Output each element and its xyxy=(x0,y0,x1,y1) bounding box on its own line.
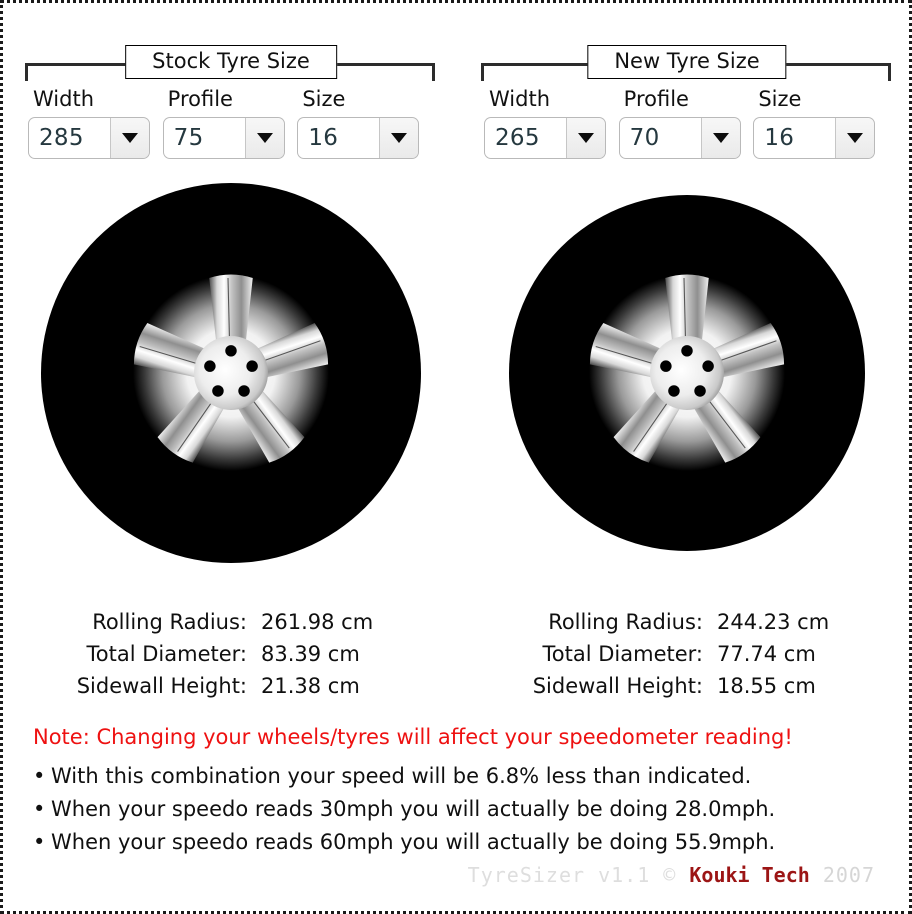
footer-credit: TyreSizer v1.1 © Kouki Tech 2007 xyxy=(468,863,875,887)
stat-value: 77.74 cm xyxy=(717,642,816,666)
stat-row: Total Diameter: 83.39 cm xyxy=(3,638,459,670)
stats-new: Rolling Radius: 244.23 cm Total Diameter… xyxy=(459,606,909,702)
note-item-text: When your speedo reads 30mph you will ac… xyxy=(51,797,776,821)
footer-brand: Kouki Tech xyxy=(689,863,810,887)
bullet-icon: • xyxy=(33,830,46,854)
select-width-stock-button[interactable] xyxy=(111,118,149,159)
label-width-stock: Width xyxy=(33,87,95,111)
stat-label: Total Diameter: xyxy=(542,642,703,666)
label-profile-new: Profile xyxy=(623,87,689,111)
note-heading: Note: Changing your wheels/tyres will af… xyxy=(33,725,793,749)
stat-row: Sidewall Height: 21.38 cm xyxy=(3,670,459,702)
group-title-stock: Stock Tyre Size xyxy=(125,45,337,80)
field-profile-new: Profile 70 xyxy=(619,87,755,159)
stat-value: 83.39 cm xyxy=(261,642,360,666)
select-size-stock-value: 16 xyxy=(298,118,381,159)
select-width-new[interactable]: 265 xyxy=(485,118,605,159)
select-profile-stock[interactable]: 75 xyxy=(163,118,284,159)
stat-value: 21.38 cm xyxy=(261,674,360,698)
label-width-new: Width xyxy=(489,87,551,111)
chevron-down-icon xyxy=(847,133,864,144)
chevron-down-icon xyxy=(712,133,729,144)
field-width-stock: Width 285 xyxy=(29,87,164,159)
select-profile-new-button[interactable] xyxy=(701,118,740,159)
field-size-new: Size 16 xyxy=(754,87,889,159)
note-item-text: With this combination your speed will be… xyxy=(51,764,752,788)
bullet-icon: • xyxy=(33,764,46,788)
note-item: • When your speedo reads 30mph you will … xyxy=(33,793,885,826)
stat-label: Sidewall Height: xyxy=(76,674,247,698)
chevron-down-icon xyxy=(122,133,138,144)
stat-value: 244.23 cm xyxy=(717,610,830,634)
notes-section: Note: Changing your wheels/tyres will af… xyxy=(33,721,885,859)
select-size-stock[interactable]: 16 xyxy=(298,118,419,159)
group-title-new: New Tyre Size xyxy=(587,45,787,80)
stat-label: Sidewall Height: xyxy=(532,674,703,698)
footer-year: 2007 xyxy=(822,863,875,887)
select-profile-stock-value: 75 xyxy=(163,118,246,159)
stat-row: Total Diameter: 77.74 cm xyxy=(459,638,909,670)
chevron-down-icon xyxy=(391,133,408,144)
select-width-new-button[interactable] xyxy=(567,118,605,159)
wheel-graphic-new xyxy=(509,195,865,551)
select-size-new-button[interactable] xyxy=(836,118,875,159)
select-profile-new[interactable]: 70 xyxy=(619,118,740,159)
select-width-new-value: 265 xyxy=(485,118,567,159)
wheel-preview-new xyxy=(459,173,909,573)
note-item-text: When your speedo reads 60mph you will ac… xyxy=(51,830,776,854)
stat-label: Total Diameter: xyxy=(86,642,247,666)
field-row-stock: Width 285 Profile 75 Size 16 xyxy=(29,87,433,159)
select-profile-stock-button[interactable] xyxy=(245,118,284,159)
wheel-preview-stock xyxy=(3,173,459,573)
field-row-new: Width 265 Profile 70 Size 16 xyxy=(485,87,889,159)
select-size-stock-button[interactable] xyxy=(380,118,419,159)
select-width-stock-value: 285 xyxy=(29,118,111,159)
wheel-graphic-stock xyxy=(41,183,421,563)
bullet-icon: • xyxy=(33,797,46,821)
field-width-new: Width 265 xyxy=(485,87,620,159)
select-size-new-value: 16 xyxy=(754,118,837,159)
stat-value: 18.55 cm xyxy=(717,674,816,698)
note-item: • When your speedo reads 60mph you will … xyxy=(33,826,885,859)
stat-row: Sidewall Height: 18.55 cm xyxy=(459,670,909,702)
select-size-new[interactable]: 16 xyxy=(754,118,875,159)
select-width-stock[interactable]: 285 xyxy=(29,118,149,159)
chevron-down-icon xyxy=(256,133,273,144)
field-profile-stock: Profile 75 xyxy=(163,87,299,159)
stat-label: Rolling Radius: xyxy=(548,610,703,634)
stat-label: Rolling Radius: xyxy=(92,610,247,634)
field-size-stock: Size 16 xyxy=(298,87,433,159)
stat-row: Rolling Radius: 244.23 cm xyxy=(459,606,909,638)
stat-value: 261.98 cm xyxy=(261,610,374,634)
chevron-down-icon xyxy=(578,133,594,144)
label-size-stock: Size xyxy=(302,87,346,111)
note-item: • With this combination your speed will … xyxy=(33,760,885,793)
select-profile-new-value: 70 xyxy=(619,118,702,159)
stats-stock: Rolling Radius: 261.98 cm Total Diameter… xyxy=(3,606,459,702)
label-profile-stock: Profile xyxy=(167,87,233,111)
stat-row: Rolling Radius: 261.98 cm xyxy=(3,606,459,638)
tyresizer-window: Stock Tyre Size Width 285 Profile 75 Siz… xyxy=(0,0,912,914)
label-size-new: Size xyxy=(758,87,802,111)
footer-product: TyreSizer v1.1 © xyxy=(467,863,677,887)
